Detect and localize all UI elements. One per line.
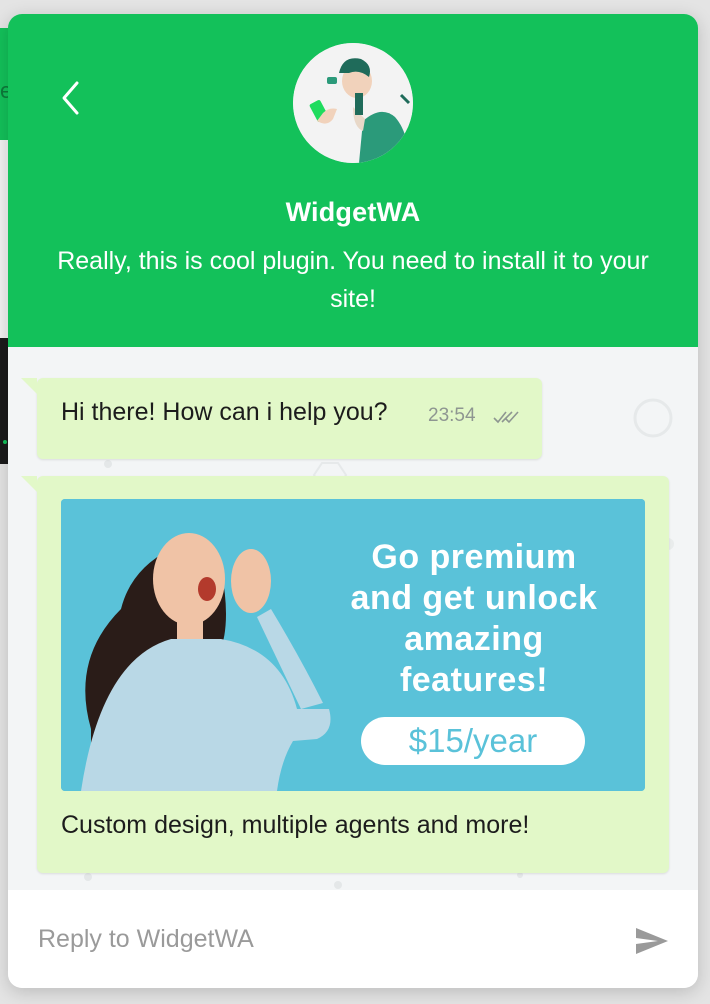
- promo-caption: Custom design, multiple agents and more!: [61, 811, 530, 839]
- incoming-promo-message: Go premium and get unlock amazing featur…: [21, 476, 669, 873]
- chat-header: WidgetWA Really, this is cool plugin. Yo…: [8, 14, 698, 347]
- chat-body[interactable]: Hi there! How can i help you? 23:54 Go p…: [8, 347, 698, 890]
- chat-widget: WidgetWA Really, this is cool plugin. Yo…: [8, 14, 698, 988]
- message-time: 23:54: [428, 405, 476, 426]
- reply-input[interactable]: [38, 914, 618, 964]
- background-page-dot: [3, 440, 7, 444]
- promo-line: amazing: [404, 620, 544, 658]
- reply-bar: [8, 890, 698, 988]
- incoming-message: Hi there! How can i help you? 23:54: [21, 378, 542, 459]
- avatar: [293, 43, 413, 163]
- promo-line: Go premium: [371, 538, 577, 576]
- promo-image[interactable]: Go premium and get unlock amazing featur…: [61, 499, 645, 791]
- promo-headline: Go premium and get unlock amazing featur…: [319, 537, 629, 701]
- promo-line: and get unlock: [350, 579, 598, 617]
- promo-line: features!: [399, 661, 549, 699]
- chevron-left-icon[interactable]: [56, 78, 86, 118]
- agent-description: Really, this is cool plugin. You need to…: [57, 247, 649, 313]
- price-badge: $15/year: [361, 717, 585, 765]
- double-check-icon: [493, 411, 519, 424]
- agent-name: WidgetWA: [285, 197, 421, 227]
- message-text: Hi there! How can i help you?: [61, 398, 388, 426]
- send-icon[interactable]: [634, 926, 670, 956]
- agent-avatar-illustration: [293, 43, 413, 163]
